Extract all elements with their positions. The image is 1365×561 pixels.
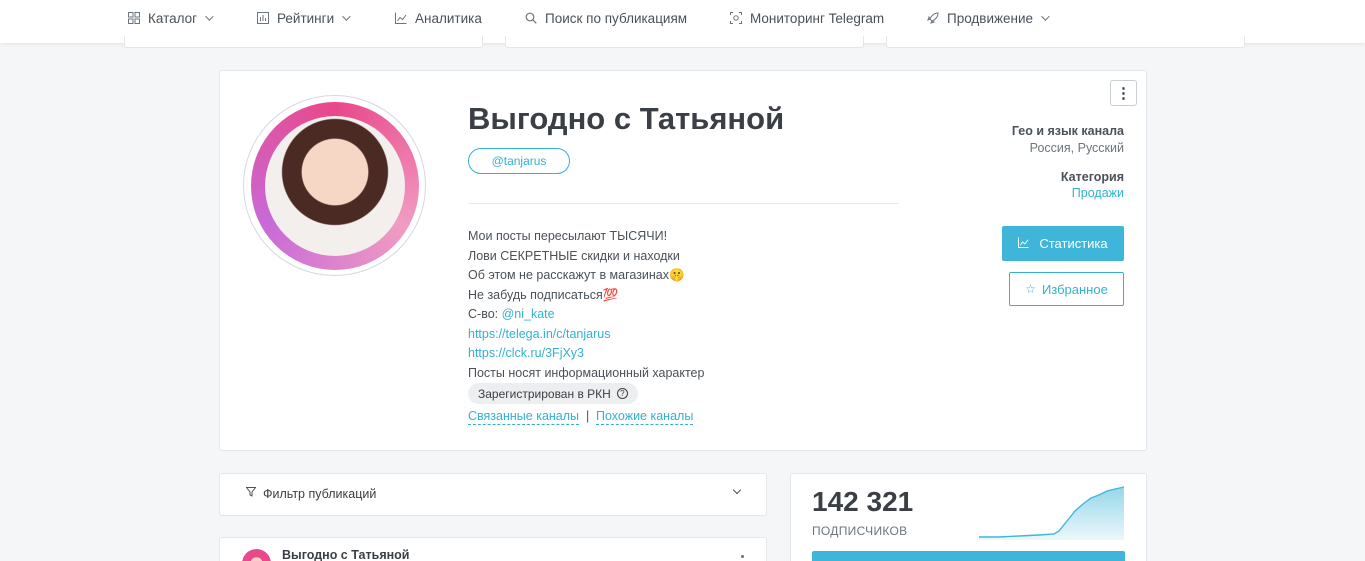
chevron-down-icon[interactable]: [732, 485, 742, 495]
kebab-icon: ⋮: [1116, 85, 1131, 102]
description-line: Не забудь подписаться💯: [468, 287, 619, 302]
chevron-down-icon: [1041, 12, 1050, 21]
description-line: Лови СЕКРЕТНЫЕ скидки и находки: [468, 248, 680, 263]
nav-item-monitoring[interactable]: Мониторинг Telegram: [729, 10, 884, 26]
similar-channels-link[interactable]: Похожие каналы: [596, 409, 694, 425]
star-icon: ☆: [1025, 282, 1036, 296]
description-line: Об этом не расскажут в магазинах🤫: [468, 268, 685, 282]
category-value[interactable]: Продажи: [1072, 186, 1124, 200]
post-channel-name[interactable]: Выгодно с Татьяной: [282, 548, 409, 561]
subscribers-count: 142 321: [812, 486, 914, 517]
nav-item-label: Каталог: [148, 10, 198, 26]
subscribers-card: 142 321 ПОДПИСЧИКОВ: [790, 473, 1147, 561]
monitor-icon: [729, 12, 742, 25]
avatar-photo: [264, 115, 405, 256]
mention-link[interactable]: @ni_kate: [502, 307, 555, 321]
publication-filter[interactable]: Фильтр публикаций: [219, 473, 767, 516]
filter-label: Фильтр публикаций: [263, 487, 377, 501]
nav-item-promotion[interactable]: Продвижение: [926, 10, 1050, 26]
channel-avatar: [243, 95, 426, 276]
description-link[interactable]: https://telega.in/c/tanjarus: [468, 325, 704, 345]
chevron-down-icon: [342, 12, 351, 21]
nav-item-label: Поиск по публикациям: [545, 10, 688, 26]
nav-item-analytics[interactable]: Аналитика: [394, 10, 482, 26]
rkn-badge[interactable]: Зарегистрирован в РКН ?: [468, 383, 638, 404]
description-link[interactable]: https://clck.ru/3FjXy3: [468, 344, 704, 364]
filter-icon: [245, 487, 257, 500]
rocket-icon: [926, 12, 939, 25]
avatar-ring: [250, 101, 419, 270]
more-menu-button[interactable]: ⋮: [1110, 80, 1137, 106]
grid-icon: [127, 12, 140, 25]
related-channels-link[interactable]: Связанные каналы: [468, 409, 580, 425]
favorite-button[interactable]: ☆ Избранное: [1009, 272, 1124, 306]
channel-description: Мои посты пересылают ТЫСЯЧИ! Лови СЕКРЕТ…: [468, 227, 704, 383]
description-line: Мои посты пересылают ТЫСЯЧИ!: [468, 229, 668, 243]
description-prefix: С-во:: [468, 307, 502, 321]
nav-item-label: Аналитика: [415, 10, 482, 26]
chevron-down-icon: [205, 12, 214, 21]
divider: [468, 203, 898, 204]
description-line: Посты носят информационный характер: [468, 365, 705, 380]
channel-card: Выгодно с Татьяной @tanjarus Мои посты п…: [219, 70, 1147, 451]
nav-item-label: Продвижение: [947, 10, 1034, 26]
post-card: Выгодно с Татьяной: [219, 537, 767, 561]
statistics-button-label: Статистика: [1039, 236, 1108, 251]
nav-item-search-posts[interactable]: Поиск по публикациям: [524, 10, 687, 26]
subscribers-sparkline: [979, 486, 1125, 540]
collapsed-card: [505, 36, 864, 48]
chart-icon: [394, 12, 407, 25]
nav-item-catalog[interactable]: Каталог: [127, 10, 214, 26]
rating-icon: [256, 12, 269, 25]
favorite-button-label: Избранное: [1041, 281, 1108, 297]
rkn-badge-label: Зарегистрирован в РКН: [478, 386, 611, 401]
channel-title: Выгодно с Татьяной: [468, 101, 785, 136]
geo-label: Гео и язык канала: [1011, 124, 1124, 138]
chart-icon: [1018, 236, 1029, 251]
category-label: Категория: [1060, 170, 1124, 184]
help-icon: ?: [616, 388, 628, 399]
nav-item-label: Мониторинг Telegram: [750, 10, 885, 26]
collapsed-card: [886, 36, 1245, 48]
nav-item-label: Рейтинги: [277, 10, 335, 26]
post-avatar: [242, 549, 271, 561]
collapsed-card: [124, 36, 483, 48]
geo-value: Россия, Русский: [1029, 141, 1124, 155]
channel-handle[interactable]: @tanjarus: [468, 148, 570, 174]
statistics-button[interactable]: Статистика: [1002, 226, 1124, 261]
more-icon[interactable]: [741, 555, 744, 558]
nav-item-ratings[interactable]: Рейтинги: [256, 10, 351, 26]
description-line: С-во: @ni_kate: [468, 305, 704, 325]
search-icon: [524, 12, 537, 25]
link-separator: |: [586, 409, 590, 423]
subscribers-action-bar[interactable]: [812, 551, 1125, 561]
subscribers-label: ПОДПИСЧИКОВ: [812, 524, 908, 538]
